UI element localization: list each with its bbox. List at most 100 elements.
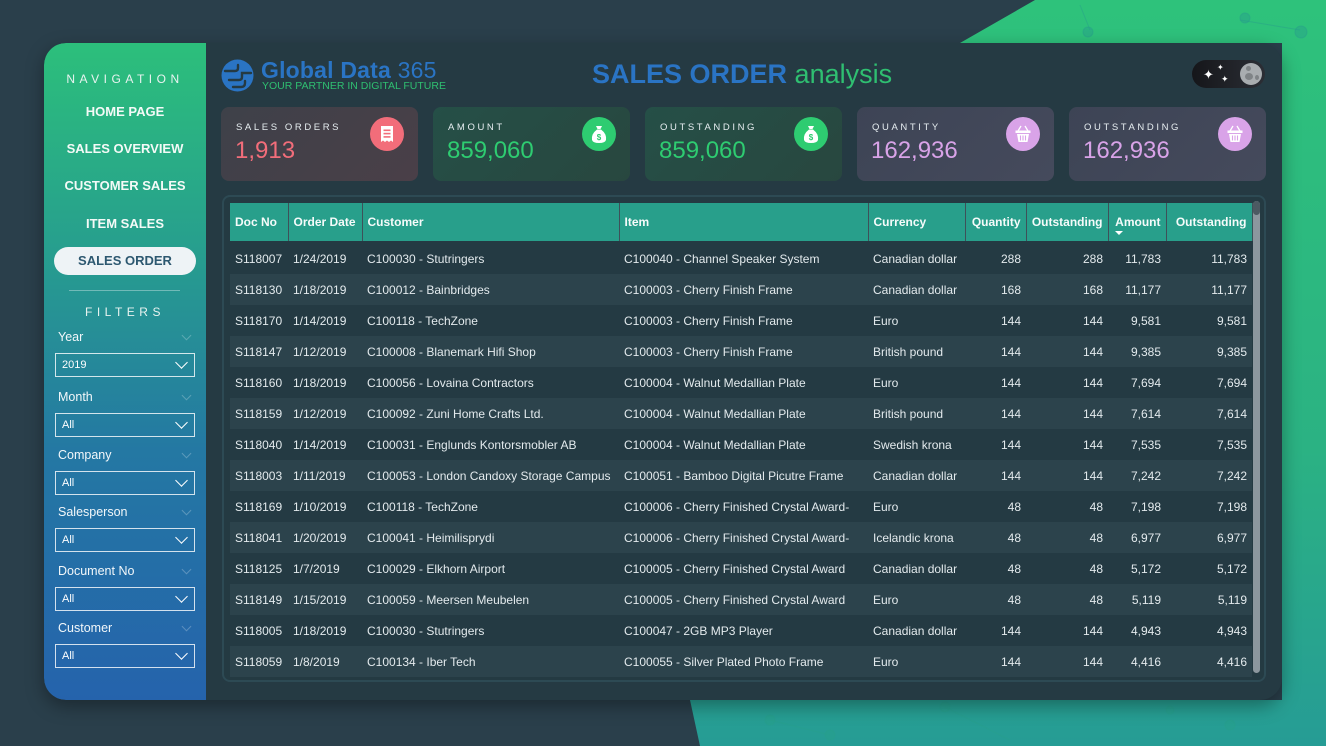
cell-amount: 7,694 [1108,367,1166,398]
basket-icon [1218,117,1252,151]
column-header-doc-no[interactable]: Doc No [230,203,289,241]
filter-month-select[interactable]: All [55,413,195,437]
table-row[interactable]: S118059 1/8/2019 C100134 - Iber Tech C10005… [230,646,1252,677]
cell-quantity: 144 [965,460,1026,491]
table-row[interactable]: S118149 1/15/2019 C100059 - Meersen Meubel… [230,584,1252,615]
column-header-quantity[interactable]: Quantity [965,203,1027,241]
kpi-value: 162,936 [1083,137,1170,164]
table-row[interactable]: S118130 1/18/2019 C100012 - Bainbridges C10… [230,274,1252,305]
kpi-value: 859,060 [659,137,746,164]
column-header-outstanding-amount[interactable]: Outstanding [1166,203,1253,241]
table-row[interactable]: S118007 1/24/2019 C100030 - Stutringers C10… [230,241,1252,274]
cell-currency: Canadian dollar [868,241,965,274]
filter-customer-select[interactable]: All [55,644,195,668]
cell-outstanding-amount: 4,416 [1166,646,1252,677]
cell-outstanding-amount: 5,172 [1166,553,1252,584]
sales-order-table: Doc No Order Date Customer Item Currency… [230,203,1253,677]
cell-outstanding-amount: 7,535 [1166,429,1252,460]
column-header-customer[interactable]: Customer [362,203,620,241]
cell-amount: 9,581 [1108,305,1166,336]
filter-company-label: Company [58,448,194,462]
kpi-label: OUTSTANDING [1084,122,1182,133]
table-row[interactable]: S118125 1/7/2019 C100029 - Elkhorn Airport… [230,553,1252,584]
cell-quantity: 48 [965,584,1026,615]
cell-order-date: 1/18/2019 [288,274,362,305]
cell-currency: Canadian dollar [868,615,965,646]
cell-outstanding-qty: 144 [1026,305,1108,336]
filter-document-no-select[interactable]: All [55,587,195,611]
table-row[interactable]: S118159 1/12/2019 C100092 - Zuni Home Craf… [230,398,1252,429]
cell-customer: C100056 - Lovaina Contractors [362,367,619,398]
cell-item: C100005 - Cherry Finished Crystal Award [619,584,868,615]
cell-outstanding-amount: 11,783 [1166,241,1252,274]
page-title-sub: analysis [794,59,893,89]
filter-company-select[interactable]: All [55,471,195,495]
filter-document-no-label-text: Document No [58,564,135,578]
chevron-down-icon [175,590,188,603]
column-header-currency[interactable]: Currency [868,203,966,241]
cell-outstanding-amount: 7,198 [1166,491,1252,522]
filter-year-select[interactable]: 2019 [55,353,195,377]
cell-outstanding-qty: 144 [1026,429,1108,460]
cell-doc-no: S118125 [230,553,288,584]
nav-customer-sales[interactable]: CUSTOMER SALES [54,172,196,200]
theme-toggle[interactable]: ✦ ✦ ✦ [1192,60,1265,88]
cell-item: C100005 - Cherry Finished Crystal Award [619,553,868,584]
cell-item: C100047 - 2GB MP3 Player [619,615,868,646]
table-row[interactable]: S118005 1/18/2019 C100030 - Stutringers C10… [230,615,1252,646]
cell-doc-no: S118170 [230,305,288,336]
cell-doc-no: S118041 [230,522,288,553]
table-row[interactable]: S118170 1/14/2019 C100118 - TechZone C10000… [230,305,1252,336]
nav-home-page[interactable]: HOME PAGE [54,98,196,126]
cell-doc-no: S118160 [230,367,288,398]
cell-currency: Euro [868,367,965,398]
cell-item: C100006 - Cherry Finished Crystal Award- [619,522,868,553]
cell-currency: British pound [868,398,965,429]
cell-item: C100004 - Walnut Medallian Plate [619,429,868,460]
cell-currency: Euro [868,646,965,677]
nav-sales-order[interactable]: SALES ORDER [54,247,196,275]
cell-customer: C100008 - Blanemark Hifi Shop [362,336,619,367]
kpi-label: QUANTITY [872,122,941,133]
cell-amount: 4,416 [1108,646,1166,677]
nav-sales-overview[interactable]: SALES OVERVIEW [54,135,196,163]
table-row[interactable]: S118160 1/18/2019 C100056 - Lovaina Contra… [230,367,1252,398]
kpi-outstanding-amount: OUTSTANDING 859,060 $ [645,107,842,181]
column-header-outstanding-qty[interactable]: Outstanding [1026,203,1109,241]
page-title-main: SALES ORDER [592,59,788,89]
cell-order-date: 1/12/2019 [288,398,362,429]
table-scrollbar[interactable] [1253,201,1260,673]
dashboard-frame: NAVIGATION HOME PAGE SALES OVERVIEW CUST… [44,43,1282,700]
cell-customer: C100118 - TechZone [362,305,619,336]
table-row[interactable]: S118040 1/14/2019 C100031 - Englunds Konto… [230,429,1252,460]
filter-document-no-value: All [62,593,75,605]
collapse-chevron-icon[interactable] [181,505,192,516]
cell-customer: C100041 - Heimilisprydi [362,522,619,553]
cell-amount: 7,198 [1108,491,1166,522]
filter-salesperson-select[interactable]: All [55,528,195,552]
collapse-chevron-icon[interactable] [181,330,192,341]
collapse-chevron-icon[interactable] [181,564,192,575]
table-row[interactable]: S118147 1/12/2019 C100008 - Blanemark Hifi… [230,336,1252,367]
nav-item-sales[interactable]: ITEM SALES [54,210,196,238]
kpi-value: 162,936 [871,137,958,164]
table-row[interactable]: S118041 1/20/2019 C100041 - Heimilisprydi C… [230,522,1252,553]
table-row[interactable]: S118169 1/10/2019 C100118 - TechZone C10000… [230,491,1252,522]
cell-item: C100055 - Silver Plated Photo Frame [619,646,868,677]
column-header-amount[interactable]: Amount [1108,203,1167,241]
collapse-chevron-icon[interactable] [181,390,192,401]
cell-item: C100004 - Walnut Medallian Plate [619,367,868,398]
scrollbar-thumb[interactable] [1253,201,1260,215]
column-header-order-date[interactable]: Order Date [288,203,363,241]
column-header-item[interactable]: Item [619,203,869,241]
brand-tagline: YOUR PARTNER IN DIGITAL FUTURE [262,80,446,92]
filters-heading: FILTERS [85,305,165,319]
cell-outstanding-qty: 288 [1026,241,1108,274]
sidebar: NAVIGATION HOME PAGE SALES OVERVIEW CUST… [44,43,206,700]
table-row[interactable]: S118003 1/11/2019 C100053 - London Candoxy… [230,460,1252,491]
collapse-chevron-icon[interactable] [181,448,192,459]
collapse-chevron-icon[interactable] [181,621,192,632]
moon-knob-icon [1240,63,1262,85]
cell-doc-no: S118040 [230,429,288,460]
cell-quantity: 144 [965,336,1026,367]
